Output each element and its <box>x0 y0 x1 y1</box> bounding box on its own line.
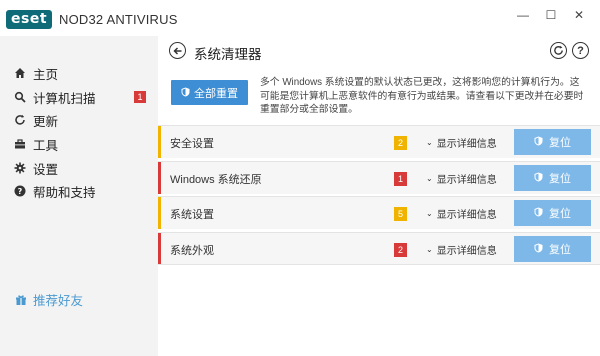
category-row-system-appearance: 系统外观 2 ⌄ 显示详细信息 复位 <box>158 232 600 265</box>
shield-icon <box>534 243 543 255</box>
category-name: 系统设置 <box>170 209 214 221</box>
reset-button[interactable]: 复位 <box>514 200 591 226</box>
change-count-badge: 1 <box>394 172 407 186</box>
category-name: 系统外观 <box>170 245 214 257</box>
gear-icon <box>13 161 27 175</box>
shield-icon <box>534 207 543 219</box>
sidebar-item-label: 计算机扫描 <box>33 91 96 106</box>
question-icon: ? <box>577 44 584 57</box>
alert-badge: 1 <box>134 91 146 103</box>
search-icon <box>13 90 27 104</box>
show-details-label: 显示详细信息 <box>436 210 497 221</box>
category-row-system-restore: Windows 系统还原 1 ⌄ 显示详细信息 复位 <box>158 161 600 194</box>
refresh-icon <box>554 45 563 55</box>
sidebar-item-home[interactable]: 主页 <box>0 62 158 84</box>
change-count-badge: 2 <box>394 136 407 150</box>
sidebar-item-settings[interactable]: 设置 <box>0 157 158 179</box>
description-text: 多个 Windows 系统设置的默认状态已更改，这将影响您的计算机行为。这可能是… <box>260 77 584 115</box>
change-count-badge: 2 <box>394 243 407 257</box>
gift-icon <box>14 293 28 307</box>
close-button[interactable]: ✕ <box>566 4 592 26</box>
maximize-button[interactable]: ☐ <box>538 4 564 26</box>
title-bar: eset NOD32 ANTIVIRUS — ☐ ✕ <box>0 0 600 36</box>
show-details-label: 显示详细信息 <box>436 139 497 150</box>
change-count-badge: 5 <box>394 207 407 221</box>
page-header: 系统清理器 ? <box>158 36 600 66</box>
svg-text:?: ? <box>18 187 23 196</box>
sidebar-item-update[interactable]: 更新 <box>0 109 158 131</box>
app-logo: eset NOD32 ANTIVIRUS <box>6 9 178 29</box>
shield-icon <box>534 172 543 184</box>
status-bar <box>158 162 161 194</box>
page-title: 系统清理器 <box>194 47 262 62</box>
category-name: 安全设置 <box>170 138 214 150</box>
reset-label: 复位 <box>549 208 571 220</box>
product-name: NOD32 ANTIVIRUS <box>59 11 178 27</box>
back-button[interactable] <box>169 42 186 59</box>
sidebar-item-help[interactable]: ? 帮助和支持 <box>0 180 158 202</box>
category-name: Windows 系统还原 <box>170 174 262 186</box>
status-bar <box>158 233 161 264</box>
status-bar <box>158 126 161 158</box>
refresh-history-button[interactable] <box>550 42 567 59</box>
reset-label: 复位 <box>549 244 571 256</box>
shield-icon <box>181 87 190 99</box>
show-details-toggle[interactable]: ⌄ 显示详细信息 <box>426 242 497 257</box>
main-content: 系统清理器 ? 全部重置 多个 Windows 系统设置的默认状态已更改，这将影… <box>158 36 600 356</box>
category-row-security: 安全设置 2 ⌄ 显示详细信息 复位 <box>158 125 600 158</box>
show-details-label: 显示详细信息 <box>436 246 497 257</box>
help-button[interactable]: ? <box>572 42 589 59</box>
chevron-down-icon: ⌄ <box>426 245 433 254</box>
show-details-toggle[interactable]: ⌄ 显示详细信息 <box>426 135 497 150</box>
chevron-down-icon: ⌄ <box>426 174 433 183</box>
show-details-label: 显示详细信息 <box>436 175 497 186</box>
toolbox-icon <box>13 137 27 151</box>
status-bar <box>158 197 161 229</box>
reset-label: 复位 <box>549 137 571 149</box>
sidebar: 主页 计算机扫描 1 更新 工具 设置 ? 帮助和支持 推荐好友 <box>0 36 158 356</box>
reset-all-label: 全部重置 <box>194 87 238 100</box>
home-icon <box>13 66 27 80</box>
arrow-left-icon <box>172 46 181 55</box>
sidebar-item-label: 帮助和支持 <box>33 185 96 200</box>
refresh-icon <box>13 113 27 127</box>
chevron-down-icon: ⌄ <box>426 138 433 147</box>
shield-icon <box>534 136 543 148</box>
show-details-toggle[interactable]: ⌄ 显示详细信息 <box>426 171 497 186</box>
minimize-button[interactable]: — <box>510 4 536 26</box>
reset-all-button[interactable]: 全部重置 <box>171 80 248 105</box>
reset-button[interactable]: 复位 <box>514 165 591 191</box>
recommend-friends-link[interactable]: 推荐好友 <box>14 290 83 309</box>
help-icon: ? <box>13 184 27 198</box>
show-details-toggle[interactable]: ⌄ 显示详细信息 <box>426 206 497 221</box>
reset-button[interactable]: 复位 <box>514 129 591 155</box>
sidebar-item-computer-scan[interactable]: 计算机扫描 1 <box>0 86 158 108</box>
recommend-friends-label: 推荐好友 <box>33 294 84 308</box>
sidebar-item-label: 主页 <box>33 67 59 82</box>
sidebar-item-tools[interactable]: 工具 <box>0 133 158 155</box>
chevron-down-icon: ⌄ <box>426 209 433 218</box>
sidebar-item-label: 设置 <box>33 162 59 177</box>
category-row-system-settings: 系统设置 5 ⌄ 显示详细信息 复位 <box>158 196 600 229</box>
reset-button[interactable]: 复位 <box>514 236 591 262</box>
sidebar-item-label: 工具 <box>33 138 59 153</box>
sidebar-item-label: 更新 <box>33 114 59 129</box>
reset-label: 复位 <box>549 173 571 185</box>
eset-logo: eset <box>6 9 53 29</box>
